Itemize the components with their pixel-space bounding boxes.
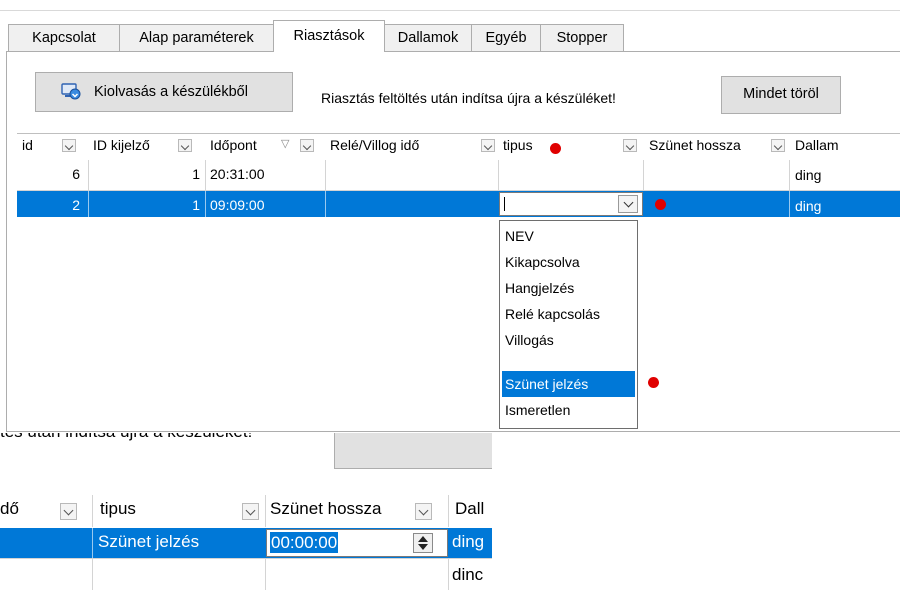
tab-riasztasok[interactable]: Riasztások	[273, 20, 385, 52]
cell-idopont[interactable]: 09:09:00	[210, 196, 265, 214]
grid-line	[265, 495, 266, 527]
chevron-down-icon[interactable]	[415, 503, 432, 520]
tab-alap-parameterek[interactable]: Alap paraméterek	[119, 24, 274, 51]
dropdown-option[interactable]: NEV	[502, 223, 635, 249]
marker-dot-option	[648, 377, 659, 388]
column-header-dallam-fragment[interactable]: Dall	[455, 499, 484, 519]
column-header-id[interactable]: id	[22, 136, 33, 170]
cell-id-kijelzo[interactable]: 1	[180, 196, 200, 214]
grid-line	[789, 191, 790, 217]
pause-length-value[interactable]: 00:00:00	[270, 532, 339, 553]
cell-id[interactable]: 6	[60, 165, 80, 183]
filter-rele-dropdown-icon[interactable]	[481, 139, 495, 152]
column-header-szunet-hossza[interactable]: Szünet hossza	[270, 499, 414, 519]
delete-all-label: Mindet töröl	[743, 86, 819, 102]
window-top-divider	[0, 10, 900, 11]
chevron-down-icon[interactable]	[618, 195, 638, 213]
cell-id[interactable]: 2	[60, 196, 80, 214]
column-header-tipus[interactable]: tipus	[100, 499, 136, 519]
tab-kapcsolat[interactable]: Kapcsolat	[8, 24, 120, 51]
cell-id-kijelzo[interactable]: 1	[180, 165, 200, 183]
grid-line	[0, 558, 492, 559]
grid-line	[265, 559, 266, 590]
dropdown-option[interactable]: Kikapcsolva	[502, 249, 635, 275]
grid-top-border	[17, 133, 900, 134]
chevron-down-icon[interactable]	[242, 503, 259, 520]
restart-info-fragment: tés után indítsa újra a készüléket!	[0, 433, 252, 443]
grid-line	[448, 559, 449, 590]
grid-line	[92, 495, 93, 527]
table-row-selected[interactable]	[17, 191, 900, 217]
text-cursor	[504, 197, 505, 211]
tab-egyeb[interactable]: Egyéb	[471, 24, 541, 51]
grid-line	[205, 191, 206, 217]
tab-dallamok[interactable]: Dallamok	[384, 24, 472, 51]
cell-idopont[interactable]: 20:31:00	[210, 165, 265, 183]
delete-all-button-fragment[interactable]	[334, 433, 492, 469]
zoomed-grid-crop: tés után indítsa újra a készüléket! dő t…	[0, 433, 492, 590]
device-download-icon	[61, 83, 81, 100]
marker-dot-header	[550, 143, 561, 154]
grid-line	[92, 559, 93, 590]
column-header-rele-villog-ido[interactable]: Relé/Villog idő	[330, 136, 419, 170]
marker-dot-row	[655, 199, 666, 210]
column-header-rele-fragment[interactable]: dő	[0, 499, 19, 519]
filter-tipus-dropdown-icon[interactable]	[623, 139, 637, 152]
sort-indicator-icon: ▽	[281, 138, 290, 150]
column-header-tipus[interactable]: tipus	[503, 136, 533, 170]
column-header-szunet-hossza[interactable]: Szünet hossza	[649, 136, 769, 170]
dropdown-option-highlighted[interactable]: Szünet jelzés	[502, 371, 635, 397]
cell-dallam[interactable]: ding	[795, 166, 821, 184]
dropdown-option[interactable]: Relé kapcsolás	[502, 301, 635, 327]
filter-id-dropdown-icon[interactable]	[62, 139, 76, 152]
spin-buttons-icon[interactable]	[413, 533, 433, 553]
alarm-settings-window: Kapcsolat Alap paraméterek Riasztások Da…	[0, 0, 900, 432]
tab-stopper[interactable]: Stopper	[540, 24, 624, 51]
dropdown-option[interactable]: Villogás	[502, 327, 635, 353]
cell-dallam[interactable]: ding	[452, 532, 484, 552]
grid-line	[92, 528, 93, 558]
read-from-device-label: Kiolvasás a készülékből	[94, 84, 248, 100]
tipus-combobox[interactable]	[499, 192, 643, 216]
dropdown-option[interactable]: Ismeretlen	[502, 397, 635, 423]
filter-szunet-dropdown-icon[interactable]	[771, 139, 785, 152]
tipus-dropdown-list[interactable]: NEV Kikapcsolva Hangjelzés Relé kapcsolá…	[499, 220, 638, 429]
cell-dallam[interactable]: dinc	[452, 565, 483, 585]
restart-info-text: Riasztás feltöltés után indítsa újra a k…	[321, 90, 616, 106]
read-from-device-button[interactable]: Kiolvasás a készülékből	[35, 72, 293, 112]
filter-idopont-dropdown-icon[interactable]	[300, 139, 314, 152]
grid-line	[448, 495, 449, 527]
delete-all-button[interactable]: Mindet töröl	[721, 76, 841, 114]
chevron-down-icon[interactable]	[60, 503, 77, 520]
cell-dallam[interactable]: ding	[795, 197, 821, 215]
filter-id-kijelzo-dropdown-icon[interactable]	[178, 139, 192, 152]
pause-length-spinner[interactable]: 00:00:00	[266, 529, 448, 557]
grid-line	[88, 191, 89, 217]
dropdown-option[interactable]: Hangjelzés	[502, 275, 635, 301]
grid-line	[325, 191, 326, 217]
cell-tipus[interactable]: Szünet jelzés	[98, 532, 199, 552]
column-header-id-kijelzo[interactable]: ID kijelző	[93, 136, 150, 170]
column-header-dallam[interactable]: Dallam	[795, 136, 839, 170]
